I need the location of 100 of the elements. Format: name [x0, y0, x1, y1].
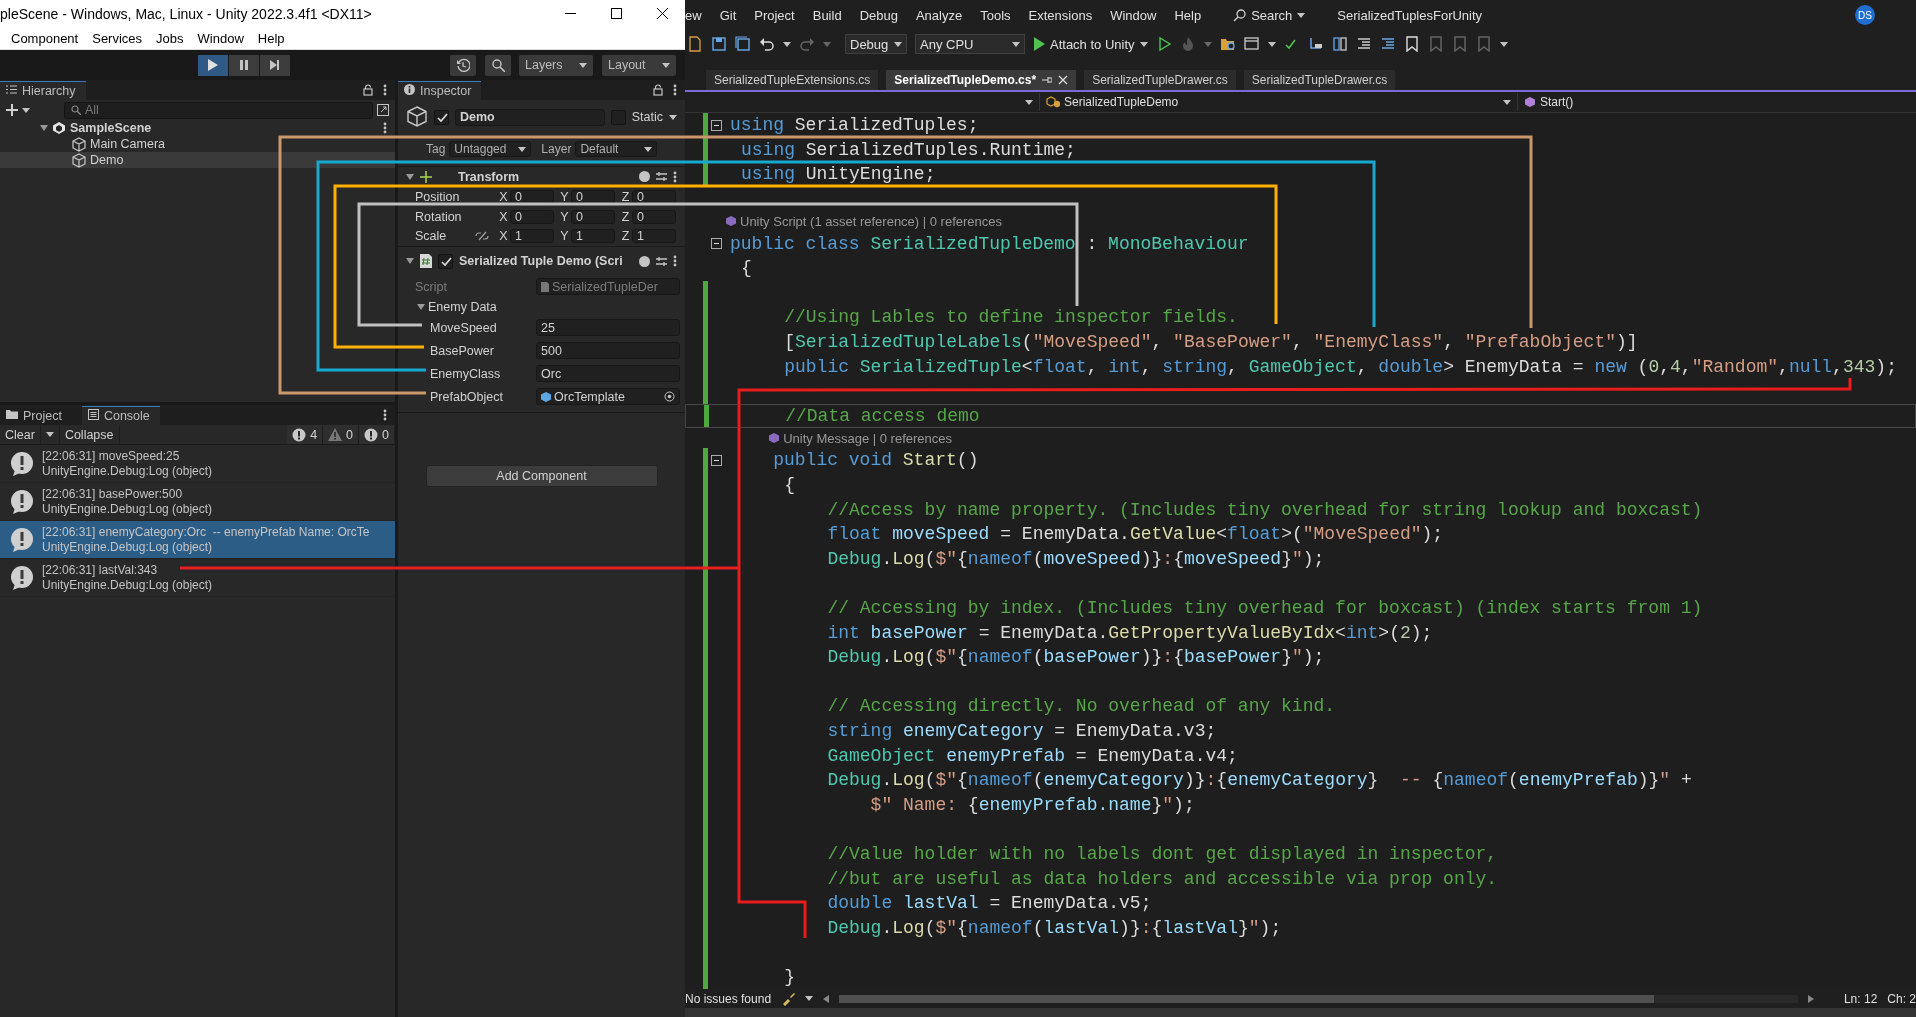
tag-dropdown[interactable]: Untagged — [449, 141, 532, 157]
file-tab[interactable]: SerializedTupleDrawer.cs — [1243, 70, 1396, 90]
undo-icon[interactable] — [759, 36, 775, 52]
redo-icon[interactable] — [799, 36, 815, 52]
code-lens[interactable]: Unity Script (1 asset reference) | 0 references — [740, 213, 1003, 229]
search-button[interactable]: Search — [1233, 7, 1306, 23]
step-button[interactable] — [260, 54, 290, 76]
folder-search-icon[interactable] — [1219, 36, 1236, 52]
add-component-button[interactable]: Add Component — [425, 465, 658, 487]
tree-item[interactable]: Demo — [0, 152, 395, 168]
enabled-checkbox[interactable] — [438, 253, 453, 269]
save-all-icon[interactable] — [735, 36, 751, 52]
expanded-arrow-icon[interactable] — [40, 124, 48, 132]
layer-dropdown[interactable]: Default — [575, 141, 658, 157]
link-icon[interactable] — [475, 231, 489, 241]
number-field[interactable]: 1 — [571, 229, 615, 243]
settings-icon[interactable] — [656, 171, 667, 182]
menu-item[interactable]: Debug — [859, 7, 907, 23]
file-tab[interactable]: SerializedTupleExtensions.cs — [706, 70, 879, 90]
play-button[interactable] — [198, 54, 228, 76]
horizontal-scrollbar[interactable] — [839, 994, 1798, 1003]
indent-icon[interactable] — [1379, 36, 1396, 52]
more-icon[interactable] — [673, 255, 677, 267]
menu-item[interactable]: Jobs — [149, 30, 191, 46]
menu-item[interactable]: Tools — [980, 7, 1020, 23]
file-tab[interactable]: SerializedTupleDrawer.cs — [1084, 70, 1236, 90]
warning-filter-button[interactable]: 0 — [323, 425, 360, 444]
platform-dropdown[interactable]: Any CPU — [915, 34, 1025, 54]
collapse-button[interactable]: Collapse — [59, 425, 120, 444]
menu-item[interactable]: Component — [4, 30, 86, 46]
bookmark-icon[interactable] — [1403, 36, 1420, 52]
more-icon[interactable] — [673, 84, 677, 96]
user-avatar[interactable]: DS — [1855, 5, 1875, 25]
scroll-right-icon[interactable] — [1807, 994, 1814, 1003]
search-field[interactable]: All — [64, 101, 373, 119]
menu-item[interactable]: Help — [1174, 7, 1211, 23]
panel-tab[interactable]: Hierarchy — [0, 81, 86, 100]
menu-item[interactable]: Extensions — [1028, 7, 1102, 23]
menu-item[interactable]: Window — [190, 30, 251, 46]
active-checkbox[interactable] — [434, 109, 449, 125]
number-field[interactable]: 0 — [571, 190, 615, 204]
text-field[interactable]: 500 — [536, 342, 680, 359]
panel-tab[interactable]: Project — [0, 406, 72, 425]
file-tab[interactable]: SerializedTupleDemo.cs* — [886, 70, 1077, 90]
issues-status[interactable]: No issues found — [685, 991, 772, 1006]
number-field[interactable]: 0 — [510, 210, 554, 224]
brush-icon[interactable] — [781, 991, 796, 1006]
foldout-label[interactable]: Enemy Data — [428, 300, 680, 314]
text-field[interactable]: 25 — [536, 319, 680, 336]
pin-icon[interactable] — [1042, 75, 1053, 85]
code-editor[interactable] — [685, 113, 1916, 989]
lock-icon[interactable] — [653, 84, 663, 96]
tree-item[interactable]: Main Camera — [0, 136, 395, 152]
save-icon[interactable] — [711, 36, 727, 52]
window-layout-icon[interactable] — [1243, 36, 1260, 52]
panel-tab[interactable]: Console — [81, 406, 160, 425]
plus-icon[interactable] — [6, 104, 18, 116]
search-button[interactable] — [485, 54, 511, 76]
tree-item[interactable]: SampleScene — [0, 120, 395, 136]
attach-button[interactable]: Attach to Unity — [1033, 36, 1148, 52]
clear-button[interactable]: Clear — [0, 425, 41, 444]
menu-item[interactable]: Git — [719, 7, 746, 23]
menu-item[interactable]: Analyze — [915, 7, 972, 23]
more-icon[interactable] — [383, 122, 387, 134]
history-button[interactable] — [450, 54, 476, 76]
pause-button[interactable] — [229, 54, 259, 76]
close-icon[interactable] — [1058, 75, 1069, 85]
log-entry[interactable]: [22:06:31] enemyCategory:Orc -- enemyPrefab Name: OrcTe UnityEngine.Debug:Log (object) — [0, 521, 395, 559]
dropdown[interactable]: Layers — [519, 54, 593, 76]
menu-item[interactable]: Services — [85, 30, 150, 46]
number-field[interactable]: 0 — [632, 210, 676, 224]
dropdown[interactable]: Layout — [602, 54, 676, 76]
name-field[interactable]: Demo — [455, 108, 605, 126]
log-entry[interactable]: [22:06:31] lastVal:343 UnityEngine.Debug:Log (object) — [0, 559, 395, 597]
configuration-dropdown[interactable]: Debug — [845, 34, 907, 54]
object-field[interactable]: OrcTemplate — [536, 388, 680, 405]
number-field[interactable]: 1 — [632, 229, 676, 243]
number-field[interactable]: 0 — [632, 190, 676, 204]
menu-item[interactable]: Help — [250, 30, 292, 46]
settings-icon[interactable] — [656, 255, 667, 267]
new-file-icon[interactable] — [687, 36, 703, 52]
number-field[interactable]: 0 — [571, 210, 615, 224]
expanded-arrow-icon[interactable] — [406, 257, 414, 265]
member-dropdown[interactable]: Start() — [1518, 93, 1916, 111]
text-field[interactable]: Orc — [536, 365, 680, 382]
more-icon[interactable] — [383, 409, 387, 421]
scroll-left-icon[interactable] — [823, 994, 830, 1003]
menu-item[interactable]: Window — [1110, 7, 1166, 23]
log-entry[interactable]: [22:06:31] moveSpeed:25 UnityEngine.Debug:Log (object) — [0, 445, 395, 483]
number-field[interactable]: 1 — [510, 229, 554, 243]
error-filter-button[interactable]: 0 — [359, 425, 395, 444]
type-dropdown[interactable]: SerializedTupleDemo — [1040, 93, 1518, 111]
code-lens[interactable]: Unity Message | 0 references — [783, 430, 953, 446]
menu-item[interactable]: Project — [754, 7, 804, 23]
lock-icon[interactable] — [363, 84, 373, 96]
panel-tab[interactable]: Inspector — [398, 81, 482, 100]
split-icon[interactable] — [1331, 36, 1348, 52]
more-icon[interactable] — [383, 84, 387, 96]
outdent-icon[interactable] — [1355, 36, 1372, 52]
window-icon[interactable] — [377, 104, 389, 116]
